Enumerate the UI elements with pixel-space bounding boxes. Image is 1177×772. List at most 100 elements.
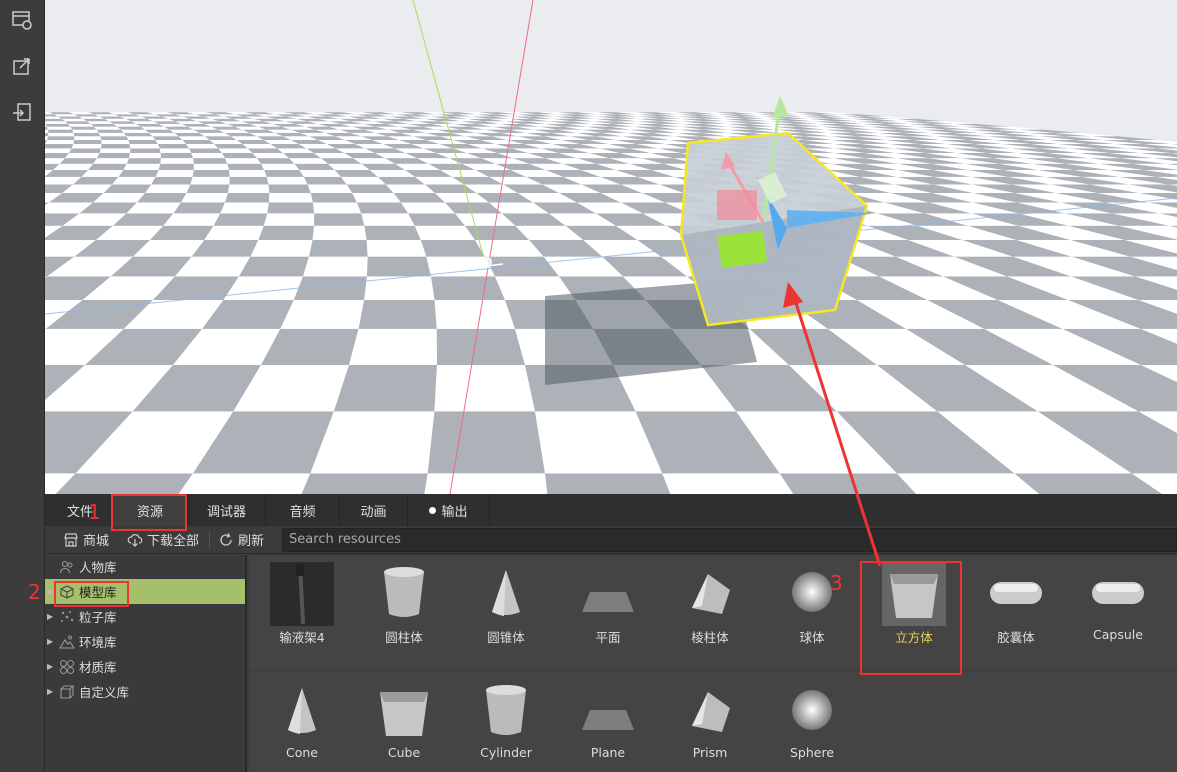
asset-grid: 输液架4 圆柱体 圆锥体 平面 棱柱体 球体 立方体 胶囊体 Capsule Cone Cube Cy… bbox=[249, 556, 1177, 772]
tree-item-label: 人物库 bbox=[79, 560, 117, 575]
floor-tile bbox=[81, 170, 124, 177]
floor-tile bbox=[189, 148, 222, 154]
floor-tile bbox=[227, 184, 270, 193]
asset-sphere[interactable]: Sphere bbox=[771, 674, 853, 772]
floor-tile bbox=[45, 153, 69, 159]
cone-icon bbox=[474, 562, 538, 626]
floor-tile bbox=[267, 202, 315, 214]
import-icon[interactable] bbox=[8, 98, 36, 126]
tree-item-custom[interactable]: ▶ 自定义库 bbox=[45, 679, 245, 704]
plane-icon bbox=[576, 680, 640, 744]
expand-arrow-icon[interactable]: ▶ bbox=[47, 637, 55, 646]
store-button[interactable]: 商城 bbox=[45, 526, 119, 554]
bottom-panel: 文件 资源 调试器 音频 动画 输出 商城 下载全部 刷新 人物库 ▶ 模型库 bbox=[45, 494, 1177, 772]
floor-tile bbox=[312, 225, 367, 240]
floor-tile bbox=[303, 176, 347, 185]
floor-tile bbox=[186, 144, 219, 149]
export-icon[interactable] bbox=[8, 52, 36, 80]
asset-cylinder[interactable]: Cylinder bbox=[465, 674, 547, 772]
floor-tile bbox=[190, 176, 230, 185]
floor-tile bbox=[113, 123, 141, 127]
floor-tile bbox=[45, 132, 49, 137]
search-input[interactable] bbox=[282, 527, 1177, 552]
floor-tile bbox=[174, 132, 205, 137]
floor-tile bbox=[137, 192, 187, 203]
floor-tile bbox=[72, 129, 99, 133]
floor-tile bbox=[333, 365, 437, 412]
tree-item-environment[interactable]: ▶ 环境库 bbox=[45, 629, 245, 654]
floor-tile bbox=[120, 129, 149, 133]
tab-audio-label: 音频 bbox=[289, 504, 316, 520]
floor-tile bbox=[299, 170, 341, 177]
floor-tile bbox=[45, 144, 74, 149]
tab-animation-label: 动画 bbox=[360, 504, 387, 520]
floor-tile bbox=[100, 136, 129, 140]
floor-tile bbox=[93, 158, 129, 164]
floor-tile bbox=[160, 153, 193, 159]
floor-tile bbox=[178, 136, 210, 140]
annotation-number-1: 1 bbox=[88, 500, 101, 524]
floor-tile bbox=[87, 121, 114, 124]
floor-tile bbox=[266, 176, 308, 185]
asset-label: Capsule bbox=[1093, 627, 1143, 642]
asset-iv-stand[interactable]: 输液架4 bbox=[261, 556, 343, 656]
output-status-dot bbox=[429, 506, 437, 514]
expand-arrow-icon[interactable]: ▶ bbox=[47, 662, 55, 671]
floor-tile bbox=[68, 148, 101, 154]
asset-prism[interactable]: 棱柱体 bbox=[669, 556, 751, 656]
floor-tile bbox=[225, 192, 270, 203]
asset-prism[interactable]: Prism bbox=[669, 674, 751, 772]
scene-viewport[interactable] bbox=[45, 0, 1177, 494]
particles-icon bbox=[61, 610, 74, 622]
floor-tile bbox=[93, 126, 121, 130]
tree-item-label: 环境库 bbox=[79, 635, 117, 650]
floor-tile bbox=[96, 129, 124, 133]
asset-capsule[interactable]: Capsule bbox=[1077, 556, 1159, 656]
asset-label: Cylinder bbox=[480, 745, 532, 760]
tab-output[interactable]: 输出 bbox=[408, 494, 490, 526]
floor-tile bbox=[158, 163, 194, 170]
tab-audio[interactable]: 音频 bbox=[266, 494, 340, 526]
floor-tile bbox=[155, 140, 187, 144]
tree-item-particles[interactable]: ▶ 粒子库 bbox=[45, 604, 245, 629]
expand-arrow-icon[interactable]: ▶ bbox=[47, 687, 55, 696]
floor-tile bbox=[424, 473, 548, 494]
asset-cube[interactable]: Cube bbox=[363, 674, 445, 772]
floor-tile bbox=[160, 158, 194, 164]
asset-plane[interactable]: 平面 bbox=[567, 556, 649, 656]
floor-tile bbox=[53, 163, 94, 170]
asset-cylinder[interactable]: 圆柱体 bbox=[363, 556, 445, 656]
floor-tile bbox=[45, 121, 68, 124]
capsule-icon bbox=[984, 562, 1048, 626]
asset-label: 平面 bbox=[595, 630, 621, 645]
asset-cone[interactable]: Cone bbox=[261, 674, 343, 772]
floor-tile bbox=[307, 184, 353, 193]
asset-label: 胶囊体 bbox=[997, 630, 1035, 645]
people-icon bbox=[59, 560, 73, 573]
window-settings-icon[interactable] bbox=[8, 6, 36, 34]
asset-capsule[interactable]: 胶囊体 bbox=[975, 556, 1057, 656]
refresh-button[interactable]: 刷新 bbox=[210, 526, 274, 554]
floor-tile bbox=[152, 136, 183, 140]
tree-item-materials[interactable]: ▶ 材质库 bbox=[45, 654, 245, 679]
expand-arrow-icon[interactable]: ▶ bbox=[47, 612, 55, 621]
floor-tile bbox=[349, 328, 437, 365]
floor-tile bbox=[366, 240, 427, 257]
tab-animation[interactable]: 动画 bbox=[340, 494, 408, 526]
material-grid-icon bbox=[60, 659, 74, 674]
floor-tile bbox=[59, 158, 97, 164]
asset-cone[interactable]: 圆锥体 bbox=[465, 556, 547, 656]
tab-file[interactable]: 文件 bbox=[45, 494, 113, 526]
asset-plane[interactable]: Plane bbox=[567, 674, 649, 772]
resource-toolbar: 商城 下载全部 刷新 bbox=[45, 526, 1177, 554]
floor-tile bbox=[352, 192, 401, 203]
scene-canvas bbox=[45, 0, 1177, 494]
tree-item-characters[interactable]: 人物库 bbox=[45, 554, 245, 579]
floor-tile bbox=[357, 202, 409, 214]
floor-tile bbox=[252, 153, 289, 159]
floor-tile bbox=[157, 144, 189, 149]
floor-tile bbox=[204, 225, 264, 240]
floor-tile bbox=[192, 170, 230, 177]
tab-debugger[interactable]: 调试器 bbox=[188, 494, 266, 526]
floor-tile bbox=[73, 140, 102, 144]
